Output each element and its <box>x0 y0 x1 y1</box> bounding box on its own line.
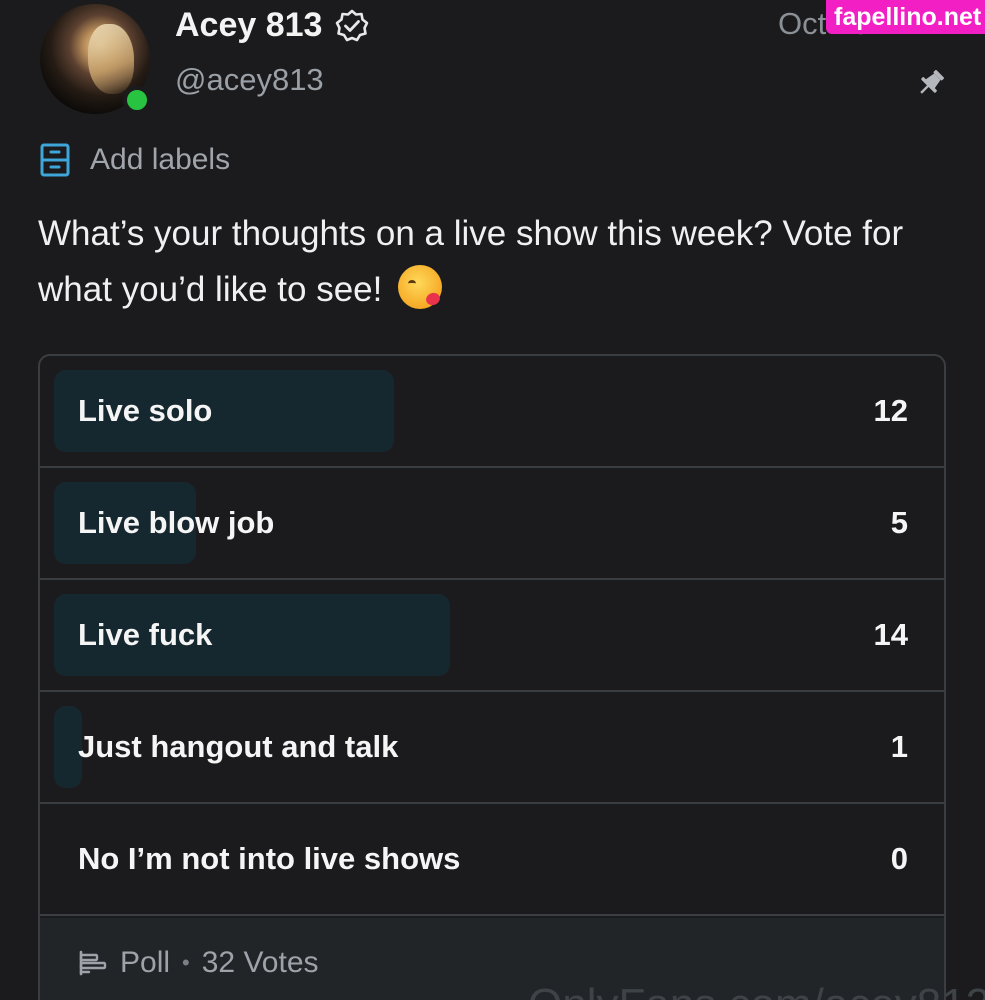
author-handle[interactable]: @acey813 <box>175 62 324 98</box>
online-status-dot <box>123 86 151 114</box>
poll-option-label: No I’m not into live shows <box>78 841 461 876</box>
add-labels-text: Add labels <box>90 143 231 176</box>
avatar-photo <box>88 24 134 94</box>
poll-icon <box>79 950 107 976</box>
poll-option-label: Live solo <box>78 393 213 428</box>
poll-option-count: 12 <box>873 393 908 428</box>
poll-option[interactable]: Live blow job 5 <box>40 468 944 580</box>
verified-badge-icon <box>336 9 369 41</box>
post-view: Acey 813 @acey813 Oct 10 fapellino.net A… <box>0 0 985 1000</box>
author-display-name[interactable]: Acey 813 <box>175 6 322 45</box>
poll-option-label: Live fuck <box>78 617 213 652</box>
poll-option-count: 14 <box>873 617 908 652</box>
kiss-emoji-icon <box>398 265 443 309</box>
add-labels-button[interactable]: Add labels <box>40 142 230 178</box>
poll-card: Live solo 12 Live blow job 5 Live fuck 1… <box>38 354 946 1000</box>
poll-option-count: 5 <box>890 505 908 540</box>
poll-option[interactable]: Live fuck 14 <box>40 580 944 692</box>
pin-icon[interactable] <box>914 66 948 100</box>
author-name-row: Acey 813 <box>175 6 370 45</box>
post-caption-text: What’s your thoughts on a live show this… <box>38 214 904 309</box>
poll-option[interactable]: Live solo 12 <box>40 356 944 468</box>
separator-dot: • <box>182 950 190 975</box>
poll-option[interactable]: No I’m not into live shows 0 <box>40 804 944 916</box>
site-watermark: fapellino.net <box>826 0 985 34</box>
poll-option-label: Just hangout and talk <box>78 729 399 764</box>
poll-option-count: 0 <box>890 841 908 876</box>
poll-votes-label: 32 Votes <box>201 946 319 979</box>
poll-option-label: Live blow job <box>78 505 275 540</box>
poll-summary: Poll • 32 Votes <box>78 946 319 980</box>
bottom-watermark: OnlyFans.com/acey813 <box>528 976 985 1000</box>
labels-icon <box>40 143 70 177</box>
poll-option-count: 1 <box>890 729 908 764</box>
poll-type-label: Poll <box>120 946 171 979</box>
post-caption: What’s your thoughts on a live show this… <box>38 206 958 318</box>
poll-option[interactable]: Just hangout and talk 1 <box>40 692 944 804</box>
